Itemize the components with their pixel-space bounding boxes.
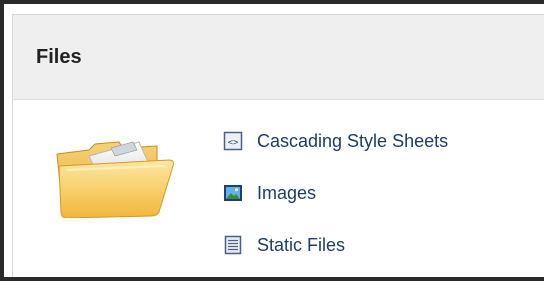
list-item-images[interactable]: Images xyxy=(223,182,448,204)
css-link[interactable]: Cascading Style Sheets xyxy=(257,131,448,152)
images-link[interactable]: Images xyxy=(257,183,316,204)
folder-icon xyxy=(56,141,174,218)
files-panel-header: Files xyxy=(12,14,544,100)
panel-title: Files xyxy=(36,45,82,68)
image-icon xyxy=(224,185,242,201)
css-file-icon: <> xyxy=(223,131,243,151)
files-panel-body: <> Cascading Style Sheets Images Static … xyxy=(12,100,544,277)
static-files-link[interactable]: Static Files xyxy=(257,235,345,256)
list-item-static-files[interactable]: Static Files xyxy=(223,234,448,256)
document-icon xyxy=(224,235,242,255)
list-item-css[interactable]: <> Cascading Style Sheets xyxy=(223,130,448,152)
file-link-list: <> Cascading Style Sheets Images Static … xyxy=(223,130,448,256)
svg-text:<>: <> xyxy=(228,138,239,148)
